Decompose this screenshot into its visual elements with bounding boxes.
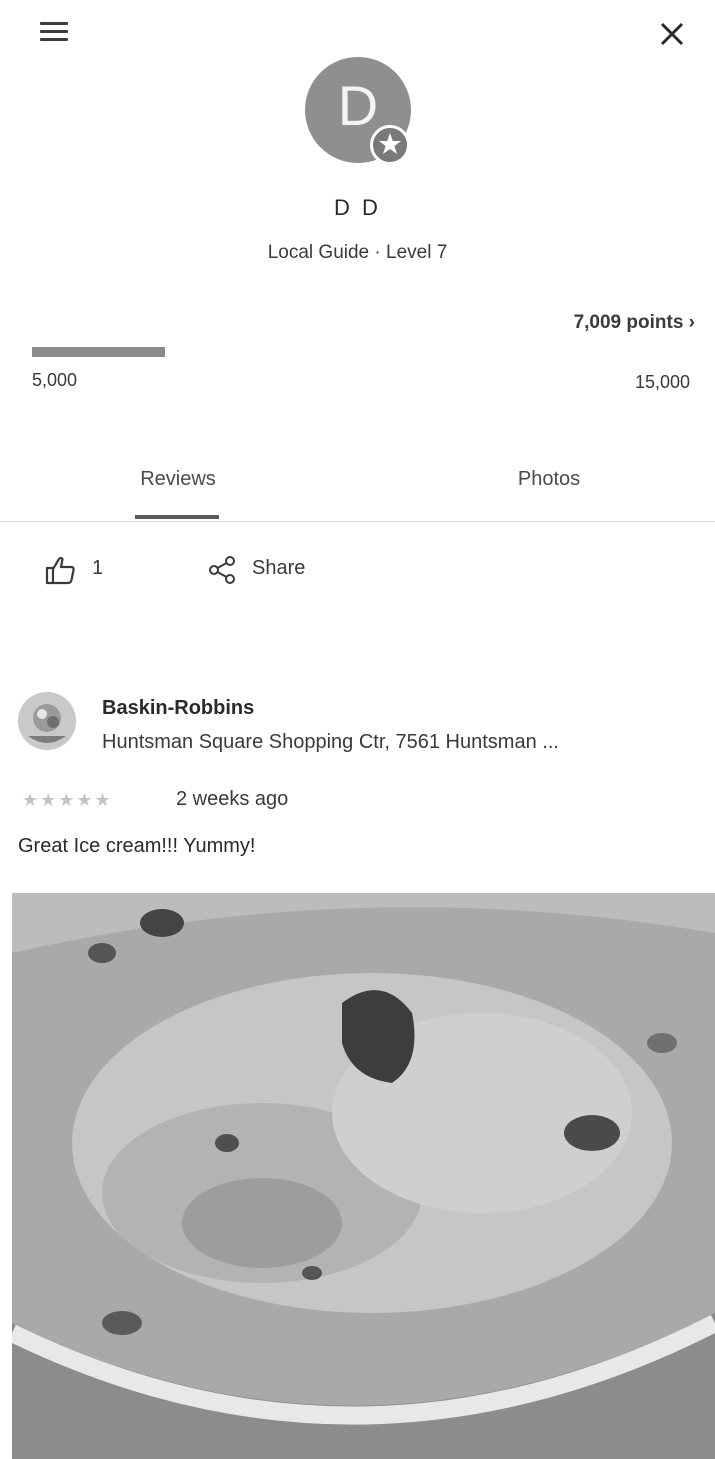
points-progress-fill bbox=[32, 347, 165, 357]
active-tab-indicator bbox=[135, 515, 219, 519]
like-count: 1 bbox=[92, 557, 104, 579]
share-icon bbox=[209, 556, 235, 584]
review-photo[interactable] bbox=[12, 893, 715, 1459]
star-rating: ★★★★★ bbox=[22, 790, 113, 810]
close-icon[interactable] bbox=[650, 12, 694, 56]
tab-reviews[interactable]: Reviews bbox=[90, 468, 266, 491]
progress-max-label: 15,000 bbox=[634, 372, 690, 392]
local-guide-star-badge-icon bbox=[370, 125, 410, 165]
thumbs-up-icon bbox=[45, 556, 75, 585]
place-address: Huntsman Square Shopping Ctr, 7561 Hunts… bbox=[102, 731, 559, 753]
place-name[interactable]: Baskin-Robbins bbox=[102, 697, 254, 720]
share-label[interactable]: Share bbox=[252, 557, 305, 580]
ice-cream-photo bbox=[12, 893, 715, 1459]
place-thumbnail[interactable] bbox=[18, 692, 76, 750]
points-progress-bar bbox=[32, 347, 165, 357]
review-date: 2 weeks ago bbox=[176, 788, 289, 810]
profile-name: D D bbox=[334, 195, 381, 220]
like-button[interactable] bbox=[44, 555, 78, 585]
points-link[interactable]: 7,009 points › bbox=[574, 312, 695, 334]
tab-divider bbox=[0, 521, 715, 522]
local-guide-level: Local Guide · Level 7 bbox=[267, 242, 448, 263]
review-text: Great Ice cream!!! Yummy! bbox=[18, 835, 256, 857]
progress-min-label: 5,000 bbox=[32, 370, 78, 390]
hamburger-menu-icon[interactable] bbox=[36, 18, 72, 46]
tab-photos[interactable]: Photos bbox=[460, 468, 638, 491]
